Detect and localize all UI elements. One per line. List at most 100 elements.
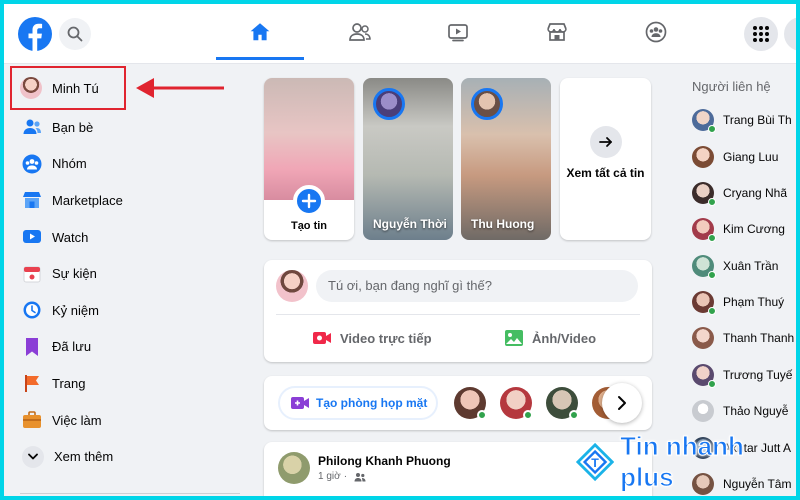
story-card[interactable]: Nguyễn Thời	[363, 78, 453, 240]
tab-marketplace[interactable]	[513, 8, 601, 58]
contact-name: Giang Luu	[723, 150, 779, 164]
photo-video-label: Ảnh/Video	[532, 330, 597, 346]
contact-item[interactable]: Phạm Thuý	[692, 287, 800, 317]
story-author-name: Thu Huong	[471, 217, 535, 231]
see-all-stories[interactable]: Xem tất cả tin	[560, 78, 651, 240]
sidebar-item-label: Nhóm	[52, 156, 87, 172]
sidebar-item-friends[interactable]: Bạn bè	[10, 109, 240, 146]
sidebar-item-label: Kỷ niệm	[52, 302, 99, 318]
sidebar-item-label: Trang	[52, 375, 86, 391]
sidebar-item-label: Watch	[52, 229, 89, 245]
calendar-icon	[23, 266, 41, 283]
add-story-button[interactable]	[293, 185, 325, 217]
watch-icon	[23, 230, 41, 244]
live-video-icon	[313, 332, 331, 344]
live-video-button[interactable]: Video trực tiếp	[312, 326, 432, 350]
contacts-title: Người liên hệ	[692, 79, 771, 94]
avatar	[692, 109, 716, 133]
status-input[interactable]: Tú ơi, bạn đang nghĩ gì thế?	[316, 270, 638, 302]
contact-item[interactable]: Xuân Trần	[692, 251, 800, 281]
marketplace-icon	[547, 23, 567, 41]
avatar	[692, 327, 714, 349]
create-room-label: Tạo phòng họp mặt	[316, 396, 428, 410]
facebook-logo-icon[interactable]	[18, 17, 52, 51]
sidebar-item-pages[interactable]: Trang	[10, 365, 240, 402]
contact-name: Phạm Thuý	[723, 295, 785, 309]
contact-name: Thảo Nguyễ	[723, 404, 789, 418]
sidebar-item-label: Marketplace	[52, 192, 123, 208]
avatar	[471, 88, 503, 120]
contact-item[interactable]: Kim Cương	[692, 214, 800, 244]
live-video-label: Video trực tiếp	[340, 330, 432, 346]
watch-icon	[448, 24, 468, 42]
friends-icon	[23, 119, 41, 135]
avatar	[373, 88, 405, 120]
contact-name: Thanh Thanh	[723, 331, 795, 345]
avatar[interactable]	[500, 387, 533, 420]
avatar[interactable]	[278, 452, 310, 484]
tab-home[interactable]	[216, 8, 304, 60]
avatar	[692, 146, 714, 168]
story-create-photo	[264, 78, 354, 200]
post-author[interactable]: Philong Khanh Phuong	[318, 454, 451, 468]
contact-name: Xuân Trần	[723, 259, 779, 273]
sidebar-see-more[interactable]: Xem thêm	[10, 438, 240, 475]
post-time[interactable]: 1 giờ	[318, 471, 341, 482]
contact-item[interactable]: Thảo Nguyễ	[692, 396, 800, 426]
contact-item[interactable]: Trương Tuyế	[692, 360, 800, 390]
sidebar-item-label: Việc làm	[52, 412, 102, 428]
active-tab-indicator	[216, 57, 304, 60]
sidebar-item-events[interactable]: Sự kiện	[10, 255, 240, 292]
avatar	[692, 291, 716, 315]
see-all-stories-label: Xem tất cả tin	[566, 166, 645, 180]
avatar	[692, 400, 714, 422]
bookmark-icon	[26, 337, 38, 356]
contact-name: Trang Bùi Th	[723, 113, 792, 127]
home-icon	[250, 23, 270, 41]
contact-name: Cryang Nhã	[723, 186, 788, 200]
plus-icon	[301, 193, 317, 209]
chevron-right-icon	[618, 396, 626, 410]
watermark-text: Tin nhanh plus	[620, 431, 745, 493]
contact-item[interactable]: Cryang Nhã	[692, 178, 800, 208]
tab-friends[interactable]	[315, 8, 403, 58]
sidebar-item-saved[interactable]: Đã lưu	[10, 329, 240, 366]
create-room-button[interactable]: Tạo phòng họp mặt	[278, 386, 438, 420]
avatar	[692, 364, 716, 388]
story-author-name: Nguyễn Thời	[373, 217, 447, 231]
story-create[interactable]: Tạo tin	[264, 78, 354, 240]
search-icon	[67, 26, 83, 42]
story-card[interactable]: Thu Huong	[461, 78, 551, 240]
post-composer: Tú ơi, bạn đang nghĩ gì thế? Video trực …	[264, 260, 652, 362]
sidebar-item-jobs[interactable]: Việc làm	[10, 402, 240, 439]
grid-menu-icon	[753, 26, 769, 42]
marketplace-icon	[23, 192, 41, 209]
menu-button[interactable]	[744, 17, 778, 51]
contact-item[interactable]: Trang Bùi Th	[692, 105, 800, 135]
tab-groups[interactable]	[612, 8, 700, 58]
sidebar-item-memories[interactable]: Kỷ niệm	[10, 292, 240, 329]
briefcase-icon	[23, 411, 41, 429]
rooms-next-button[interactable]	[602, 383, 642, 423]
sidebar-item-watch[interactable]: Watch	[10, 219, 240, 256]
sidebar-item-groups[interactable]: Nhóm	[10, 146, 240, 183]
contact-item[interactable]: Giang Luu	[692, 142, 800, 172]
sidebar-item-label: Sự kiện	[52, 266, 97, 282]
avatar	[692, 182, 716, 206]
photo-video-button[interactable]: Ảnh/Video	[504, 326, 596, 350]
arrow-right-icon	[599, 137, 612, 147]
contact-item[interactable]: Thanh Thanh	[692, 323, 800, 353]
sidebar-item-marketplace[interactable]: Marketplace	[10, 182, 240, 219]
rooms-bar: Tạo phòng họp mặt	[264, 376, 652, 430]
avatar[interactable]	[454, 387, 487, 420]
groups-icon	[22, 154, 42, 174]
search-button[interactable]	[59, 18, 91, 50]
friends-privacy-icon	[354, 472, 366, 481]
svg-text:T: T	[591, 456, 599, 470]
left-sidebar: Minh Tú Bạn bè Nhóm Marketplace Watch Sự…	[10, 68, 240, 475]
avatar	[692, 218, 716, 242]
tab-watch[interactable]	[414, 8, 502, 58]
messenger-button[interactable]	[784, 17, 800, 51]
watermark-logo-icon: T	[576, 442, 615, 482]
avatar[interactable]	[546, 387, 579, 420]
